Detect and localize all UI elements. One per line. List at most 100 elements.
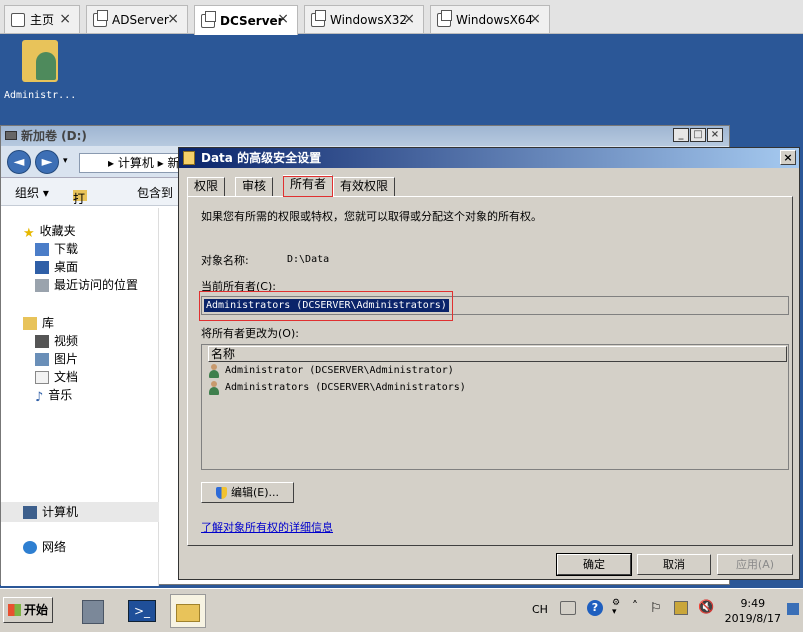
- window-icon: [311, 9, 326, 27]
- tab-label: DCServer: [220, 13, 284, 28]
- object-name-value: D:\Data: [287, 254, 330, 265]
- ok-button[interactable]: 确定: [556, 553, 632, 576]
- network-icon: [23, 540, 37, 554]
- sidebar-label: 收藏夹: [39, 224, 76, 238]
- help-icon[interactable]: ?: [587, 600, 603, 616]
- owner-candidate-list[interactable]: 名称 Administrator (DCSERVER\Administrator…: [201, 344, 789, 470]
- tab-home[interactable]: 主页 ×: [4, 5, 80, 33]
- clock-time: 9:49: [740, 597, 766, 610]
- maximize-button[interactable]: □: [690, 128, 706, 142]
- sidebar-item-favorites[interactable]: ★ 收藏夹: [23, 222, 76, 241]
- system-clock[interactable]: 9:49 2019/8/17: [725, 596, 781, 626]
- music-icon: ♪: [35, 389, 44, 405]
- dialog-title-bar[interactable]: Data 的高级安全设置 ×: [179, 148, 799, 168]
- flag-icon[interactable]: ⚐: [650, 601, 662, 616]
- apply-button[interactable]: 应用(A): [717, 554, 793, 575]
- close-icon[interactable]: ×: [59, 11, 71, 27]
- sidebar-item-recent[interactable]: 最近访问的位置: [35, 276, 138, 294]
- include-button[interactable]: 包含到: [137, 184, 173, 201]
- settings-icon[interactable]: ⚙ ▾: [612, 599, 620, 617]
- user-icon: [208, 363, 220, 378]
- current-owner-highlight: [199, 291, 453, 321]
- tab-label: 主页: [30, 13, 55, 27]
- object-name-label: 对象名称:: [201, 254, 249, 267]
- sidebar-label: 计算机: [42, 505, 79, 519]
- sidebar-item-libraries[interactable]: 库: [23, 314, 54, 332]
- language-indicator[interactable]: CH: [532, 603, 548, 616]
- volume-muted-icon[interactable]: 🔇: [698, 600, 714, 615]
- list-item-label: Administrators (DCSERVER\Administrators): [225, 382, 466, 393]
- sidebar-item-videos[interactable]: 视频: [35, 332, 78, 350]
- tab-windowsx64[interactable]: WindowsX64 ×: [430, 5, 550, 33]
- show-desktop-icon[interactable]: [787, 603, 799, 615]
- star-icon: ★: [23, 225, 35, 241]
- tab-windowsx32[interactable]: WindowsX32 ×: [304, 5, 424, 33]
- sidebar-item-network[interactable]: 网络: [23, 538, 66, 556]
- chevron-up-icon[interactable]: ˄: [632, 599, 638, 613]
- sidebar-item-desktop[interactable]: 桌面: [35, 258, 78, 276]
- dialog-close-button[interactable]: ×: [780, 150, 796, 165]
- advanced-security-dialog: Data 的高级安全设置 × 权限 审核 所有者 有效权限 如果您有所需的权限或…: [178, 147, 800, 580]
- name-column-label: 名称: [211, 347, 236, 361]
- server-manager-icon[interactable]: [76, 594, 112, 628]
- sidebar-item-documents[interactable]: 文档: [35, 368, 78, 386]
- folder-icon: [183, 151, 195, 165]
- powershell-icon[interactable]: >_: [124, 594, 160, 628]
- address-bar[interactable]: ▸ 计算机 ▸ 新: [79, 153, 189, 173]
- tab-adserver[interactable]: ADServer ×: [86, 5, 188, 33]
- sidebar-label: 图片: [54, 352, 79, 366]
- explorer-title-bar[interactable]: 新加卷 (D:) _ □ ×: [1, 126, 729, 146]
- tab-dcserver[interactable]: DCServer ×: [194, 5, 298, 35]
- group-icon: [208, 380, 220, 395]
- list-item[interactable]: Administrator (DCSERVER\Administrator): [202, 362, 788, 379]
- start-button[interactable]: 开始: [3, 597, 53, 623]
- history-dropdown-icon[interactable]: ▾: [63, 156, 68, 166]
- network-status-icon[interactable]: [674, 601, 688, 615]
- window-icon: [201, 10, 216, 28]
- taskbar: 开始 >_ CH ? ⚙ ▾ ˄ ⚐ 🔇 9:49 2019/8/17: [0, 588, 803, 632]
- user-folder-icon: [22, 40, 58, 82]
- tab-label: ADServer: [112, 12, 169, 27]
- list-column-header[interactable]: 名称: [208, 346, 787, 362]
- close-icon[interactable]: ×: [167, 11, 179, 27]
- navigation-pane: ★ 收藏夹 下载 桌面 最近访问的位置 库 视频 图片 文档 ♪ 音乐 计算机 网络: [1, 208, 159, 586]
- address-text: ▸ 计算机 ▸ 新: [108, 156, 180, 170]
- keyboard-icon[interactable]: [560, 601, 576, 615]
- close-button[interactable]: ×: [707, 128, 723, 142]
- video-icon: [35, 334, 49, 348]
- window-icon: [93, 9, 108, 27]
- minimize-button[interactable]: _: [673, 128, 689, 142]
- tab-label: WindowsX32: [330, 12, 408, 27]
- forward-arrow-icon[interactable]: ►: [35, 150, 59, 174]
- sidebar-label: 音乐: [48, 388, 73, 402]
- tab-effective-permissions[interactable]: 有效权限: [333, 177, 396, 196]
- cancel-button[interactable]: 取消: [637, 554, 711, 575]
- drive-icon: [5, 131, 17, 140]
- list-item[interactable]: Administrators (DCSERVER\Administrators): [202, 379, 788, 396]
- back-arrow-icon[interactable]: ◄: [7, 150, 31, 174]
- close-icon[interactable]: ×: [529, 11, 541, 27]
- sidebar-label: 库: [42, 316, 55, 330]
- learn-ownership-link[interactable]: 了解对象所有权的详细信息: [201, 519, 333, 535]
- tab-permissions[interactable]: 权限: [187, 177, 226, 196]
- organize-button[interactable]: 组织 ▾: [15, 184, 49, 201]
- sidebar-item-music[interactable]: ♪ 音乐: [35, 386, 73, 405]
- desktop-icon-administrator[interactable]: Administr...: [4, 40, 76, 101]
- tab-auditing[interactable]: 审核: [235, 177, 274, 196]
- computer-icon: [23, 505, 37, 519]
- sidebar-item-pictures[interactable]: 图片: [35, 350, 78, 368]
- sidebar-label: 最近访问的位置: [54, 278, 139, 292]
- document-icon: [35, 370, 49, 384]
- sidebar-item-computer[interactable]: 计算机: [23, 503, 78, 521]
- edit-button[interactable]: 编辑(E)...: [201, 482, 294, 503]
- close-icon[interactable]: ×: [403, 11, 415, 27]
- download-folder-icon: [35, 242, 49, 256]
- sidebar-item-downloads[interactable]: 下载: [35, 240, 78, 258]
- sidebar-label: 下载: [54, 242, 79, 256]
- session-tab-strip: 主页 × ADServer × DCServer × WindowsX32 × …: [0, 0, 803, 35]
- close-icon[interactable]: ×: [277, 11, 289, 27]
- sidebar-label: 视频: [54, 334, 79, 348]
- explorer-taskbar-icon[interactable]: [170, 594, 206, 628]
- recent-places-icon: [35, 278, 49, 292]
- home-icon: [11, 12, 25, 27]
